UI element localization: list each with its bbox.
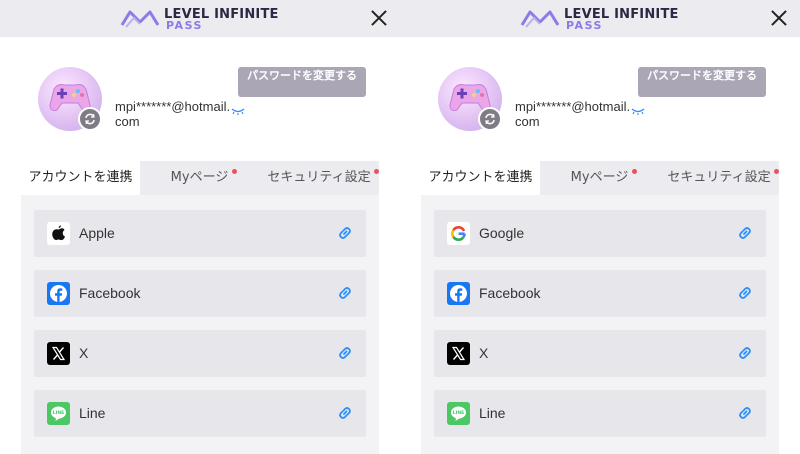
- notification-dot: [232, 169, 237, 174]
- account-row-x[interactable]: X: [34, 330, 366, 377]
- email-address: mpi*******@hotmail.com: [515, 99, 631, 129]
- brand-subname: PASS: [566, 19, 603, 32]
- tab-label: アカウントを連携: [428, 170, 533, 185]
- x-icon: [447, 342, 470, 365]
- change-avatar-button[interactable]: [78, 107, 102, 131]
- account-name: Google: [479, 225, 525, 241]
- tab-label: Myページ: [170, 170, 229, 185]
- eye-closed-icon[interactable]: [631, 108, 645, 116]
- notification-dot: [774, 169, 779, 174]
- account-name: Line: [79, 405, 106, 421]
- link-icon[interactable]: [337, 225, 353, 241]
- link-icon[interactable]: [337, 285, 353, 301]
- eye-closed-icon[interactable]: [231, 108, 245, 116]
- right-panel: LEVEL INFINITE PASS パスワードを変更する mpi******…: [400, 0, 800, 454]
- account-name: Line: [479, 405, 506, 421]
- svg-text:LINE: LINE: [53, 410, 64, 416]
- tab-my-page[interactable]: Myページ: [540, 161, 659, 195]
- link-icon[interactable]: [337, 345, 353, 361]
- x-icon: [47, 342, 70, 365]
- line-icon: LINE: [447, 402, 470, 425]
- change-avatar-button[interactable]: [478, 107, 502, 131]
- tab-label: セキュリティ設定: [667, 170, 771, 185]
- line-icon: LINE: [47, 402, 70, 425]
- tab-bar: アカウントを連携 Myページ セキュリティ設定: [21, 161, 379, 195]
- tab-link-accounts[interactable]: アカウントを連携: [421, 161, 540, 195]
- account-row-line[interactable]: LINE Line: [34, 390, 366, 437]
- brand-logo-icon: [120, 10, 160, 28]
- left-panel: LEVEL INFINITE PASS パスワードを変更する mpi******…: [0, 0, 400, 454]
- link-icon[interactable]: [337, 405, 353, 421]
- facebook-icon: [47, 282, 70, 305]
- tab-my-page[interactable]: Myページ: [140, 161, 259, 195]
- link-icon[interactable]: [737, 285, 753, 301]
- account-name: Facebook: [79, 285, 141, 301]
- refresh-icon: [85, 113, 95, 125]
- tab-security-settings[interactable]: セキュリティ設定: [659, 161, 779, 195]
- account-name: Apple: [79, 225, 115, 241]
- header-bar: LEVEL INFINITE PASS: [0, 0, 400, 37]
- close-button[interactable]: [769, 8, 789, 28]
- change-password-button[interactable]: パスワードを変更する: [638, 67, 766, 97]
- notification-dot: [632, 169, 637, 174]
- tab-label: Myページ: [570, 170, 629, 185]
- tab-link-accounts[interactable]: アカウントを連携: [21, 161, 140, 195]
- google-icon: [447, 222, 470, 245]
- link-icon[interactable]: [737, 405, 753, 421]
- tab-bar: アカウントを連携 Myページ セキュリティ設定: [421, 161, 779, 195]
- change-password-button[interactable]: パスワードを変更する: [238, 67, 366, 97]
- account-row-x[interactable]: X: [434, 330, 766, 377]
- linked-accounts-list: Apple Facebook X LINE Line: [21, 195, 379, 454]
- header-bar: LEVEL INFINITE PASS: [400, 0, 800, 37]
- account-row-facebook[interactable]: Facebook: [34, 270, 366, 317]
- account-name: X: [79, 345, 89, 361]
- facebook-icon: [447, 282, 470, 305]
- link-icon[interactable]: [737, 225, 753, 241]
- notification-dot: [374, 169, 379, 174]
- account-row-line[interactable]: LINE Line: [434, 390, 766, 437]
- account-row-apple[interactable]: Apple: [34, 210, 366, 257]
- email-address: mpi*******@hotmail.com: [115, 99, 231, 129]
- brand-logo-icon: [520, 10, 560, 28]
- brand-subname: PASS: [166, 19, 203, 32]
- apple-icon: [47, 222, 70, 245]
- svg-text:LINE: LINE: [453, 410, 464, 416]
- account-row-facebook[interactable]: Facebook: [434, 270, 766, 317]
- account-row-google[interactable]: Google: [434, 210, 766, 257]
- account-name: X: [479, 345, 489, 361]
- linked-accounts-list: Google Facebook X LINE Line: [421, 195, 779, 454]
- tab-label: セキュリティ設定: [267, 170, 371, 185]
- tab-label: アカウントを連携: [28, 170, 133, 185]
- tab-security-settings[interactable]: セキュリティ設定: [259, 161, 379, 195]
- refresh-icon: [485, 113, 495, 125]
- link-icon[interactable]: [737, 345, 753, 361]
- close-button[interactable]: [369, 8, 389, 28]
- account-name: Facebook: [479, 285, 541, 301]
